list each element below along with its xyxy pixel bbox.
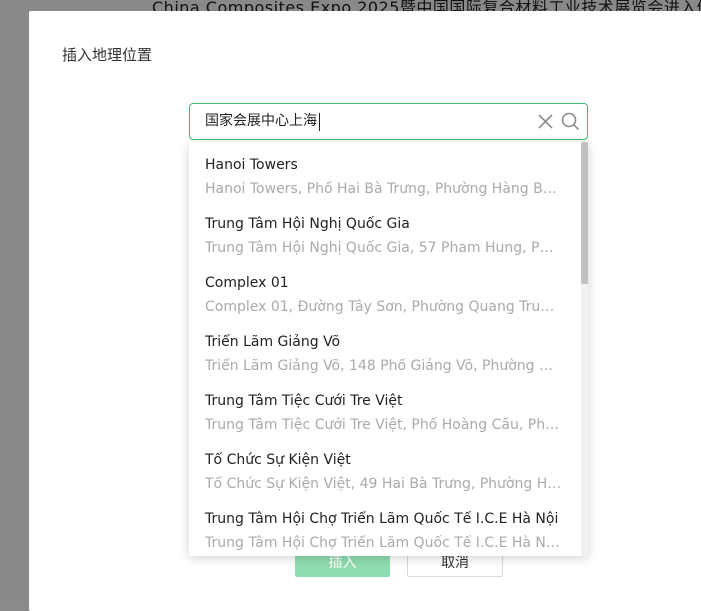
location-search-input[interactable] — [205, 104, 520, 139]
result-name: Trung Tâm Hội Chợ Triển Lãm Quốc Tế I.C.… — [205, 511, 559, 527]
result-address: Hanoi Towers, Phố Hai Bà Trưng, Phường H… — [205, 181, 562, 197]
result-address: Complex 01, Đường Tây Sơn, Phường Quang … — [205, 299, 562, 315]
result-address: Tổ Chức Sự Kiện Việt, 49 Hai Bà Trưng, P… — [205, 476, 562, 492]
result-name: Trung Tâm Hội Nghị Quốc Gia — [205, 216, 410, 232]
search-icon[interactable] — [561, 112, 580, 131]
search-result-item[interactable]: Hanoi Towers Hanoi Towers, Phố Hai Bà Tr… — [189, 142, 581, 201]
search-results-list: Hanoi Towers Hanoi Towers, Phố Hai Bà Tr… — [189, 142, 581, 555]
search-result-item[interactable]: Trung Tâm Tiệc Cưới Tre Việt Trung Tâm T… — [189, 378, 581, 437]
result-address: Triển Lãm Giảng Võ, 148 Phố Giảng Võ, Ph… — [205, 358, 562, 374]
close-icon[interactable] — [537, 113, 554, 130]
search-result-item[interactable]: Complex 01 Complex 01, Đường Tây Sơn, Ph… — [189, 260, 581, 319]
result-name: Tổ Chức Sự Kiện Việt — [205, 452, 351, 468]
search-results-dropdown: Hanoi Towers Hanoi Towers, Phố Hai Bà Tr… — [189, 142, 588, 556]
result-name: Trung Tâm Tiệc Cưới Tre Việt — [205, 393, 403, 409]
result-address: Trung Tâm Hội Nghị Quốc Gia, 57 Pham Hun… — [205, 240, 562, 256]
scrollbar-thumb[interactable] — [581, 142, 588, 284]
result-address: Trung Tâm Tiệc Cưới Tre Việt, Phố Hoàng … — [205, 417, 562, 433]
result-address: Trung Tâm Hội Chợ Triển Lãm Quốc Tế I.C.… — [205, 535, 562, 551]
search-result-item[interactable]: Trung Tâm Hội Nghị Quốc Gia Trung Tâm Hộ… — [189, 201, 581, 260]
text-caret — [319, 113, 320, 131]
search-result-item[interactable]: Trung Tâm Hội Chợ Triển Lãm Quốc Tế I.C.… — [189, 496, 581, 555]
search-result-item[interactable]: Tổ Chức Sự Kiện Việt Tổ Chức Sự Kiện Việ… — [189, 437, 581, 496]
result-name: Hanoi Towers — [205, 157, 298, 173]
search-result-item[interactable]: Triển Lãm Giảng Võ Triển Lãm Giảng Võ, 1… — [189, 319, 581, 378]
result-name: Triển Lãm Giảng Võ — [205, 334, 341, 350]
result-name: Complex 01 — [205, 275, 289, 291]
dialog-title: 插入地理位置 — [62, 46, 153, 64]
location-search-box[interactable] — [189, 103, 588, 140]
